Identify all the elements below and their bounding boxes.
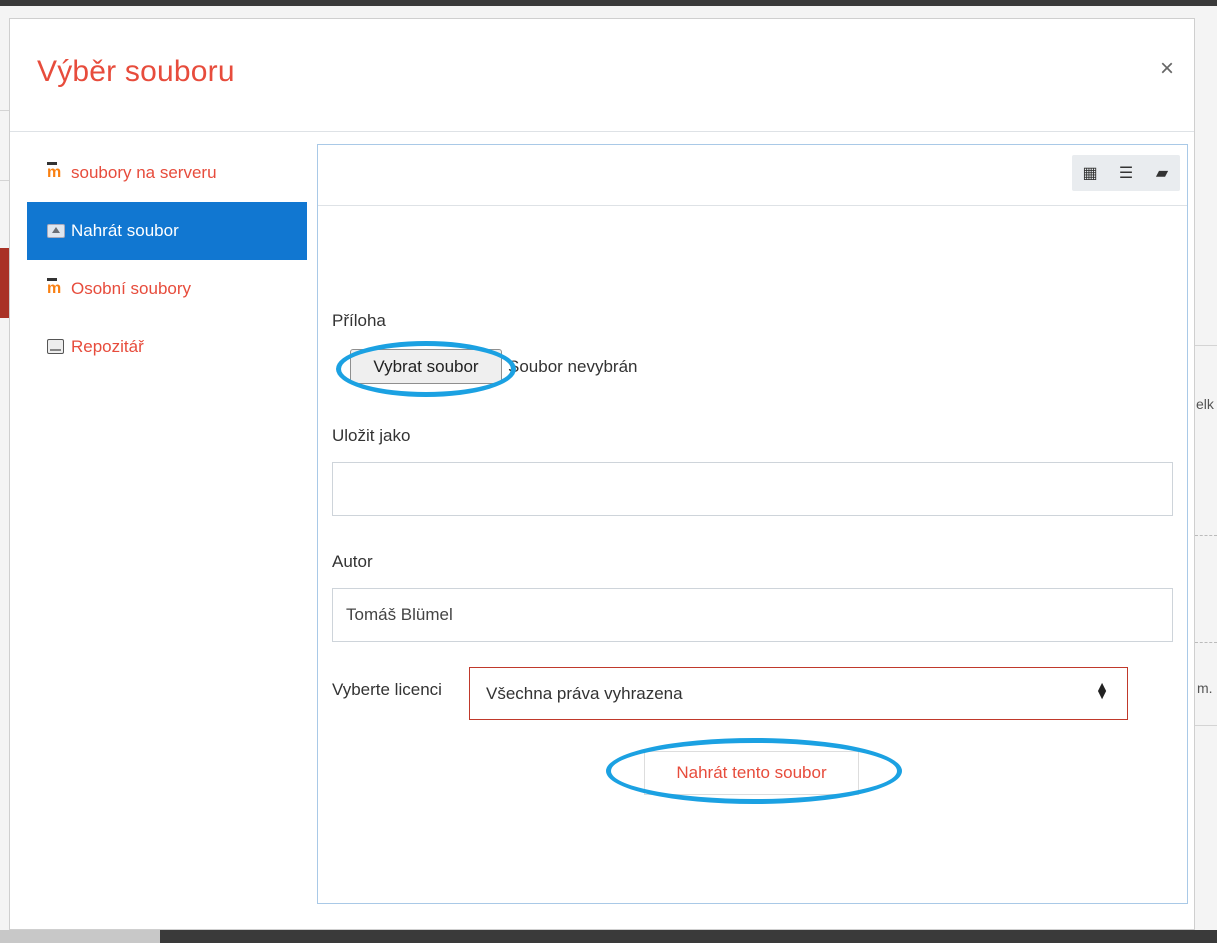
license-label: Vyberte licenci	[332, 680, 442, 699]
folder-view-icon[interactable]: ▰	[1144, 155, 1180, 191]
dialog-title: Výběr souboru	[37, 55, 235, 88]
moodle-icon: m	[47, 164, 62, 181]
close-icon[interactable]: ×	[1160, 57, 1174, 81]
background-bottom-light	[0, 930, 160, 943]
attachment-label: Příloha	[332, 311, 386, 330]
nav-item-upload-file[interactable]: Nahrát soubor	[27, 202, 307, 260]
nav-item-label: Nahrát soubor	[71, 221, 179, 240]
background-bottom-bar	[0, 930, 1217, 943]
background-divider	[1195, 345, 1217, 346]
grid-view-icon[interactable]: ▦	[1072, 155, 1108, 191]
author-label: Autor	[332, 552, 373, 571]
background-dash	[1195, 535, 1217, 536]
dialog-header: Výběr souboru ×	[10, 19, 1194, 132]
repository-icon	[47, 338, 67, 356]
moodle-icon: m	[47, 280, 62, 297]
nav-item-label: Osobní soubory	[71, 279, 192, 298]
nav-item-label: soubory na serveru	[71, 163, 217, 182]
save-as-input[interactable]	[332, 462, 1173, 516]
background-accent-mark	[0, 248, 9, 318]
license-selected-value: Všechna práva vyhrazena	[486, 683, 683, 703]
background-top-strip	[0, 0, 1217, 6]
nav-item-private-files[interactable]: m Osobní soubory	[27, 260, 307, 318]
background-fragment: m.	[1197, 680, 1213, 696]
background-fragment: elk	[1196, 396, 1214, 412]
nav-item-server-files[interactable]: m soubory na serveru	[27, 144, 307, 202]
file-picker-dialog: Výběr souboru × m soubory na serveru Nah…	[9, 18, 1195, 930]
view-toolbar: ▦ ☰ ▰	[318, 145, 1187, 206]
nav-item-repository[interactable]: Repozitář	[27, 318, 307, 376]
repository-nav: m soubory na serveru Nahrát soubor m Oso…	[27, 144, 307, 376]
license-select[interactable]: Všechna práva vyhrazena ▲ ▼	[469, 667, 1128, 720]
background-dash	[1195, 642, 1217, 643]
nav-item-label: Repozitář	[71, 337, 144, 356]
save-as-label: Uložit jako	[332, 426, 411, 445]
view-switcher: ▦ ☰ ▰	[1072, 155, 1180, 191]
sort-arrows-icon: ▲ ▼	[1095, 678, 1109, 702]
upload-icon	[47, 223, 67, 240]
list-view-icon[interactable]: ☰	[1108, 155, 1144, 191]
background-divider	[1195, 725, 1217, 726]
upload-this-file-button[interactable]: Nahrát tento soubor	[644, 751, 859, 795]
file-status: Soubor nevybrán	[508, 357, 638, 376]
author-input[interactable]: Tomáš Blümel	[332, 588, 1173, 642]
choose-file-button[interactable]: Vybrat soubor	[350, 349, 502, 384]
